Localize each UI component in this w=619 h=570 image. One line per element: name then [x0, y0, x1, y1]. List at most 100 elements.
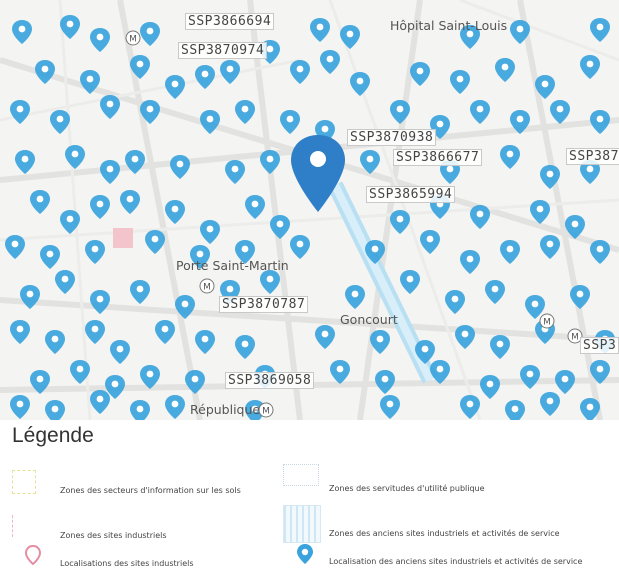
- site-pin-dot: [16, 400, 24, 408]
- site-pin-dot: [136, 405, 144, 413]
- site-pin-dot: [396, 105, 404, 113]
- site-pin-dot: [461, 330, 469, 338]
- site-pin-dot: [436, 120, 444, 128]
- site-pin-dot: [66, 215, 74, 223]
- site-label-ssp3870938[interactable]: SSP3870938: [347, 129, 437, 146]
- site-pin-dot: [596, 245, 604, 253]
- site-pin-dot: [146, 27, 154, 35]
- site-label-ssp3865994[interactable]: SSP3865994: [366, 186, 456, 203]
- legend-label-former-industrial-sites: Localisation des anciens sites industrie…: [329, 557, 583, 566]
- site-pin-dot: [76, 365, 84, 373]
- site-pin-dot: [516, 115, 524, 123]
- site-pin-dot: [346, 30, 354, 38]
- site-pin-dot: [116, 345, 124, 353]
- legend-label-former-industrial-zones: Zones des anciens sites industriels et a…: [329, 529, 560, 538]
- site-pin-dot: [496, 340, 504, 348]
- site-pin-dot: [176, 160, 184, 168]
- site-pins[interactable]: [5, 15, 615, 420]
- site-pin-dot: [286, 115, 294, 123]
- site-pin-dot: [456, 75, 464, 83]
- site-label-ssp3869058[interactable]: SSP3869058: [225, 372, 315, 389]
- site-pin-dot: [276, 220, 284, 228]
- site-pin-dot: [476, 105, 484, 113]
- site-pin-dot: [516, 25, 524, 33]
- place-label-porte-saint-martin: Porte Saint-Martin: [176, 258, 289, 273]
- site-pin-dot: [356, 77, 364, 85]
- legend-swatch-sup: [283, 464, 319, 486]
- site-pin-dot: [421, 345, 429, 353]
- site-pin-dot: [546, 170, 554, 178]
- site-pin-dot: [136, 285, 144, 293]
- site-pin-dot: [316, 23, 324, 31]
- site-pin-dot: [66, 20, 74, 28]
- site-pin-dot: [146, 370, 154, 378]
- site-pin-dot: [226, 65, 234, 73]
- site-pin-dot: [51, 405, 59, 413]
- site-pin-dot: [506, 150, 514, 158]
- site-pin-dot: [266, 45, 274, 53]
- site-pin-dot: [546, 240, 554, 248]
- site-pin-dot: [36, 195, 44, 203]
- site-pin-dot: [36, 375, 44, 383]
- site-pin-dot: [71, 150, 79, 158]
- site-pin-dot: [241, 245, 249, 253]
- site-pin-dot: [576, 290, 584, 298]
- legend-label-sis: Zones des secteurs d'information sur les…: [60, 486, 241, 495]
- legend-swatch-sis: [12, 470, 36, 494]
- legend-label-industrial-zones: Zones des sites industriels: [60, 531, 167, 540]
- site-pin-dot: [96, 33, 104, 41]
- site-pin-dot: [161, 325, 169, 333]
- site-pin-dot: [546, 397, 554, 405]
- site-pin-dot: [46, 250, 54, 258]
- site-pin-dot: [171, 80, 179, 88]
- site-pin-dot: [501, 63, 509, 71]
- site-label-ssp3866694[interactable]: SSP3866694: [185, 13, 275, 30]
- site-label-ssp387-partial[interactable]: SSP387: [566, 148, 619, 165]
- site-pin-dot: [96, 200, 104, 208]
- site-pin-dot: [26, 290, 34, 298]
- site-label-ssp3866677[interactable]: SSP3866677: [393, 149, 483, 166]
- site-pin-dot: [106, 100, 114, 108]
- site-pin-dot: [561, 375, 569, 383]
- metro-m-glyph: M: [262, 407, 270, 417]
- metro-m-glyph: M: [203, 283, 211, 293]
- site-pin-dot: [556, 105, 564, 113]
- site-pin-dot: [241, 340, 249, 348]
- site-pin-dot: [451, 295, 459, 303]
- legend-label-industrial-sites: Localisations des sites industriels: [60, 559, 194, 568]
- site-pin-dot: [266, 155, 274, 163]
- map-canvas[interactable]: M M M M M: [0, 0, 619, 420]
- map-view[interactable]: M M M M M SSP3866694 SSP3870974 SSP3870938 S…: [0, 0, 619, 420]
- site-pin-dot: [586, 60, 594, 68]
- site-pin-dot: [171, 205, 179, 213]
- site-pin-dot: [336, 365, 344, 373]
- site-pin-dot: [586, 403, 594, 411]
- site-pin-dot: [126, 195, 134, 203]
- legend-label-sup: Zones des servitudes d'utilité publique: [329, 484, 485, 493]
- site-pin-dot: [251, 200, 259, 208]
- site-pin-dot: [326, 55, 334, 63]
- site-pin-dot: [201, 335, 209, 343]
- metro-m-glyph: M: [543, 318, 551, 328]
- site-pin-dot: [16, 325, 24, 333]
- site-pin-dot: [56, 115, 64, 123]
- site-pin-dot: [296, 240, 304, 248]
- site-pin-dot: [381, 375, 389, 383]
- site-pin-dot: [366, 155, 374, 163]
- site-pin-dot: [266, 275, 274, 283]
- site-pin-dot: [466, 400, 474, 408]
- site-pin-dot: [351, 290, 359, 298]
- site-pin-dot: [376, 335, 384, 343]
- site-pin-dot: [596, 23, 604, 31]
- site-label-ssp3-partial[interactable]: SSP3: [580, 337, 619, 354]
- site-label-ssp3870787[interactable]: SSP3870787: [219, 296, 309, 313]
- site-pin-dot: [136, 60, 144, 68]
- site-pin-dot: [396, 215, 404, 223]
- selected-site-pin-dot: [310, 151, 326, 167]
- metro-m-glyph: M: [129, 35, 137, 45]
- industrial-zone: [113, 228, 133, 248]
- site-pin-dot: [321, 330, 329, 338]
- site-label-ssp3870974[interactable]: SSP3870974: [178, 42, 268, 59]
- site-pin-dot: [61, 275, 69, 283]
- site-pin-dot: [91, 245, 99, 253]
